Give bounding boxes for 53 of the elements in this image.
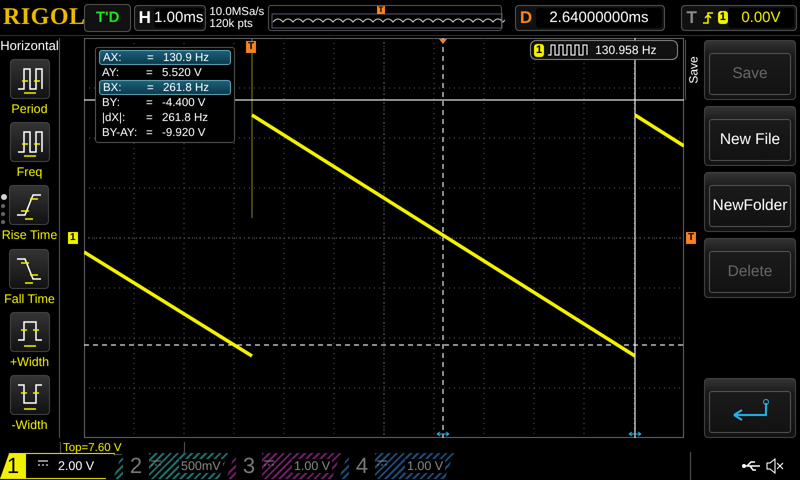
speaker-muted-icon <box>766 458 784 474</box>
channel-tab[interactable]: 1 2.00 V <box>0 453 115 479</box>
nwidth-measure-button[interactable] <box>10 374 50 415</box>
cursor-readout-row: BX: = 261.8 Hz <box>99 80 231 95</box>
freq-measure-button[interactable] <box>10 122 50 162</box>
fall-measure-button[interactable] <box>9 248 50 289</box>
cursor-handle-icon[interactable] <box>628 432 642 436</box>
back-button[interactable] <box>704 378 796 438</box>
measure-label: Rise Time <box>2 228 58 242</box>
measure-label: Freq <box>16 165 42 180</box>
channel-tab[interactable]: 4 1.00 V <box>339 453 454 479</box>
rising-edge-icon <box>702 10 714 24</box>
cursor-readout-row: AX: = 130.9 Hz <box>99 50 231 65</box>
center-marker-icon <box>439 39 447 44</box>
menu-title: Horizontal <box>0 38 59 53</box>
cursor-readout-row-text: |dX|: = 261.8 Hz <box>101 110 210 125</box>
measure-label: Fall Time <box>4 292 55 306</box>
channel-tab[interactable]: 3 1.00 V <box>226 453 341 479</box>
cursor-readout-row-text: AY: = 5.520 V <box>101 66 203 80</box>
dc-coupling-icon <box>38 460 48 466</box>
softkey-button[interactable]: New File <box>704 106 796 166</box>
rise-measure-button[interactable] <box>9 185 50 226</box>
usb-icon <box>742 460 762 472</box>
cursor-line[interactable] <box>634 38 636 438</box>
sample-rate: 10.0MSa/s <box>209 6 264 18</box>
measure-label: Period <box>11 102 48 116</box>
trigger-source: 1 <box>718 11 728 24</box>
trigger-level-marker: T <box>686 232 696 244</box>
memory-depth: 120k pts <box>209 18 254 30</box>
channel-offset-marker: 1 <box>68 232 78 244</box>
dc-coupling-icon <box>377 460 387 466</box>
cursor-line[interactable] <box>442 38 444 438</box>
square-wave-icon <box>548 44 588 56</box>
channel-tab[interactable]: 2 500mV <box>113 453 228 479</box>
trigger-position-marker: T <box>376 6 386 14</box>
run-status[interactable]: T'D <box>84 4 132 32</box>
cursor-handle-icon[interactable] <box>436 432 450 436</box>
measure-label: +Width <box>10 354 50 369</box>
delay-panel[interactable]: D 2.64000000ms <box>515 4 665 30</box>
dc-coupling-icon <box>264 460 274 466</box>
frequency-value: 130.958 Hz <box>595 43 657 57</box>
pwidth-measure-button[interactable] <box>10 312 50 352</box>
trigger-panel[interactable]: T 1 0.00V <box>680 4 797 30</box>
cursor-line[interactable] <box>84 344 684 346</box>
period-measure-button[interactable] <box>10 59 50 99</box>
channel-number: 1 <box>534 44 544 56</box>
trigger-position-marker: T <box>246 41 256 53</box>
softkey-button[interactable]: NewFolder <box>704 172 796 232</box>
measure-label: -Width <box>11 418 48 432</box>
cursor-readout-row-text: BY-AY: = -9.920 V <box>101 126 206 140</box>
dc-coupling-icon <box>151 460 161 466</box>
timebase-panel[interactable]: H 1.00ms <box>134 4 206 30</box>
cursor-readout-row-text: BY: = -4.400 V <box>101 96 206 110</box>
